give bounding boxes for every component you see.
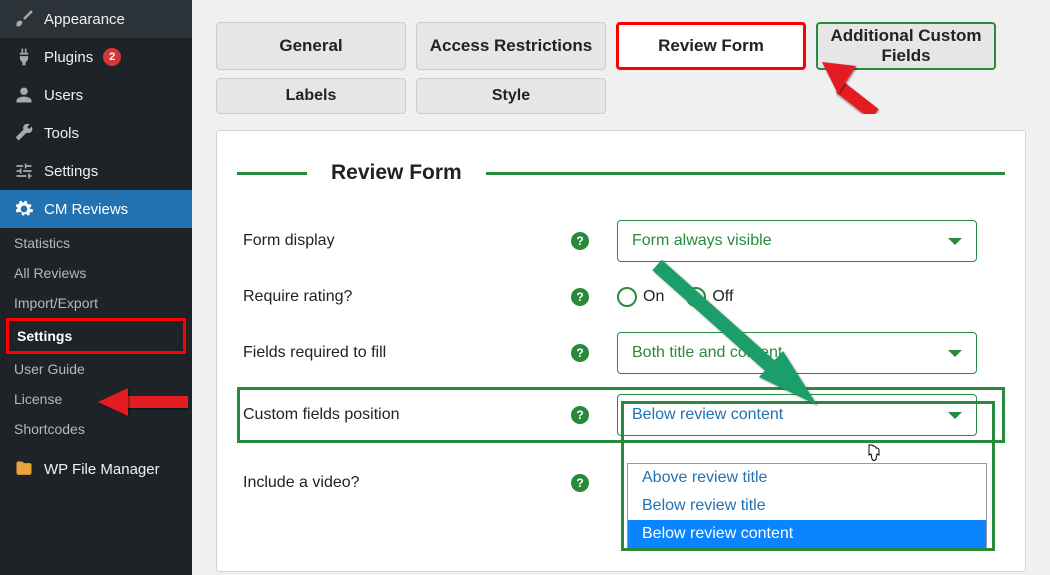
sidebar-item-label: Users <box>44 87 83 104</box>
row-form-display: Form display ? Form always visible <box>237 213 1005 269</box>
brush-icon <box>14 9 34 29</box>
sidebar-item-label: Tools <box>44 125 79 142</box>
tab-additional-custom-fields[interactable]: Additional Custom Fields <box>816 22 996 70</box>
section-title-row: Review Form <box>237 161 1005 185</box>
dropdown-option[interactable]: Below review content <box>628 520 986 548</box>
sidebar-item-cm-reviews[interactable]: CM Reviews <box>0 190 192 228</box>
wrench-icon <box>14 123 34 143</box>
sidebar-item-appearance[interactable]: Appearance <box>0 0 192 38</box>
field-label: Form display <box>243 232 335 250</box>
sidebar-sub-import-export[interactable]: Import/Export <box>0 288 192 318</box>
admin-sidebar: Appearance Plugins 2 Users Tools Setti <box>0 0 192 575</box>
gear-icon <box>14 199 34 219</box>
divider-line <box>237 172 307 175</box>
select-form-display[interactable]: Form always visible <box>617 220 977 262</box>
radio-group-require-rating: On Off <box>617 287 733 307</box>
sidebar-sub-shortcodes[interactable]: Shortcodes <box>0 414 192 444</box>
settings-panel: Review Form Form display ? Form always v… <box>216 130 1026 572</box>
radio-on[interactable]: On <box>617 287 664 307</box>
radio-icon <box>617 287 637 307</box>
sidebar-sub-settings[interactable]: Settings <box>6 318 186 354</box>
radio-icon <box>686 287 706 307</box>
select-fields-required[interactable]: Both title and content <box>617 332 977 374</box>
tab-style[interactable]: Style <box>416 78 606 114</box>
dropdown-list-custom-fields-position: Above review title Below review title Be… <box>627 463 987 549</box>
folder-icon <box>14 459 34 479</box>
sidebar-item-users[interactable]: Users <box>0 76 192 114</box>
help-icon[interactable]: ? <box>571 474 589 492</box>
section-title: Review Form <box>331 161 462 185</box>
help-icon[interactable]: ? <box>571 344 589 362</box>
select-value: Both title and content <box>632 344 782 362</box>
user-icon <box>14 85 34 105</box>
sidebar-item-label: Appearance <box>44 11 125 28</box>
update-badge: 2 <box>103 48 121 66</box>
tab-labels[interactable]: Labels <box>216 78 406 114</box>
radio-label-text: On <box>643 288 664 306</box>
tabs-row-2: Labels Style <box>216 78 1026 114</box>
tab-access-restrictions[interactable]: Access Restrictions <box>416 22 606 70</box>
field-label: Include a video? <box>243 474 360 492</box>
tab-review-form[interactable]: Review Form <box>616 22 806 70</box>
select-custom-fields-position[interactable]: Below review content <box>617 394 977 436</box>
sidebar-item-label: WP File Manager <box>44 461 160 478</box>
sidebar-item-label: CM Reviews <box>44 201 128 218</box>
sidebar-sub-license[interactable]: License <box>0 384 192 414</box>
sidebar-item-settings[interactable]: Settings <box>0 152 192 190</box>
plug-icon <box>14 47 34 67</box>
content-area: General Access Restrictions Review Form … <box>192 0 1050 575</box>
help-icon[interactable]: ? <box>571 406 589 424</box>
row-fields-required: Fields required to fill ? Both title and… <box>237 325 1005 381</box>
sidebar-item-tools[interactable]: Tools <box>0 114 192 152</box>
sidebar-item-wp-file-manager[interactable]: WP File Manager <box>0 450 192 488</box>
sidebar-sub-user-guide[interactable]: User Guide <box>0 354 192 384</box>
select-value: Form always visible <box>632 232 772 250</box>
row-custom-fields-position: Custom fields position ? Below review co… <box>237 387 1005 443</box>
select-value: Below review content <box>632 406 783 424</box>
help-icon[interactable]: ? <box>571 232 589 250</box>
radio-off[interactable]: Off <box>686 287 733 307</box>
dropdown-option[interactable]: Below review title <box>628 492 986 520</box>
sidebar-item-label: Settings <box>44 163 98 180</box>
tab-general[interactable]: General <box>216 22 406 70</box>
field-label: Require rating? <box>243 288 352 306</box>
row-require-rating: Require rating? ? On Off <box>237 269 1005 325</box>
sidebar-item-plugins[interactable]: Plugins 2 <box>0 38 192 76</box>
divider-line <box>486 172 1005 175</box>
tabs-row-1: General Access Restrictions Review Form … <box>216 22 1026 70</box>
dropdown-option[interactable]: Above review title <box>628 464 986 492</box>
sidebar-sub-all-reviews[interactable]: All Reviews <box>0 258 192 288</box>
sliders-icon <box>14 161 34 181</box>
sidebar-item-label: Plugins <box>44 49 93 66</box>
sidebar-sub-statistics[interactable]: Statistics <box>0 228 192 258</box>
field-label: Custom fields position <box>243 406 400 424</box>
radio-label-text: Off <box>712 288 733 306</box>
help-icon[interactable]: ? <box>571 288 589 306</box>
field-label: Fields required to fill <box>243 344 386 362</box>
